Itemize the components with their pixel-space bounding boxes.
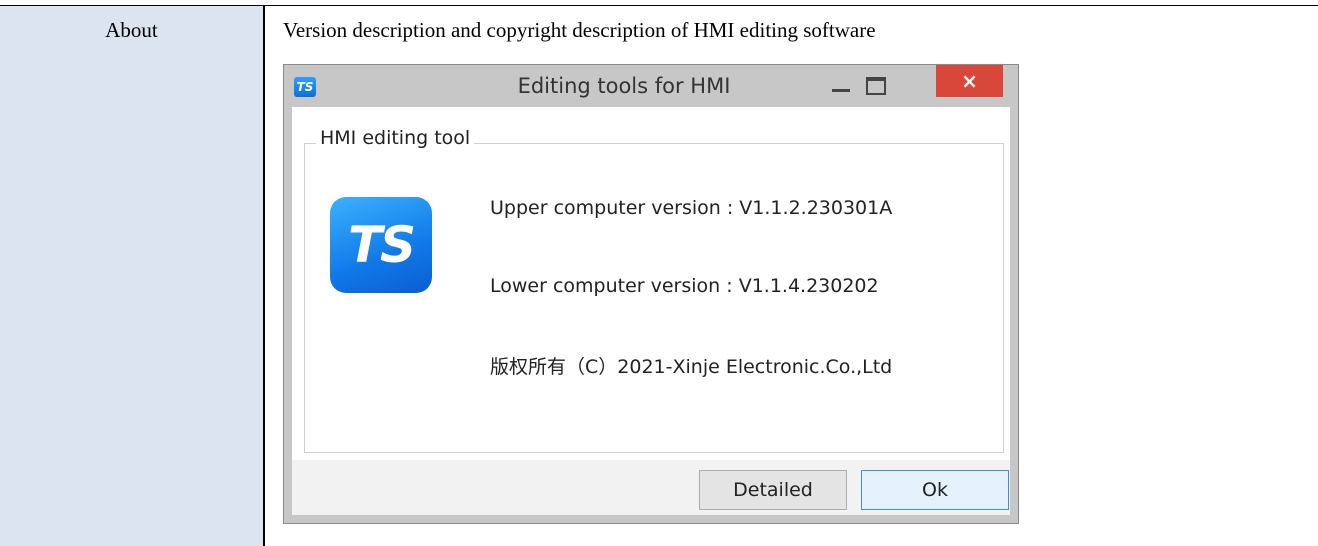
dialog-footer: Detailed Ok <box>292 460 1010 515</box>
ts-logo-icon: TS <box>330 197 432 293</box>
minimize-icon[interactable] <box>827 75 853 97</box>
dialog-content: HMI editing tool TS Upper computer versi… <box>292 107 1010 460</box>
row-description: Version description and copyright descri… <box>283 18 876 42</box>
detailed-button[interactable]: Detailed <box>699 470 847 510</box>
lower-computer-version: Lower computer version : V1.1.4.230202 <box>490 275 879 297</box>
table-label-cell <box>0 6 263 546</box>
about-dialog: TS Editing tools for HMI × HMI editing t… <box>283 64 1019 524</box>
maximize-icon[interactable] <box>862 75 888 97</box>
row-label: About <box>105 18 158 42</box>
ok-button[interactable]: Ok <box>861 470 1009 510</box>
group-box <box>304 143 1004 453</box>
table-column-divider <box>263 6 265 546</box>
upper-computer-version: Upper computer version : V1.1.2.230301A <box>490 197 893 219</box>
group-title: HMI editing tool <box>316 127 475 149</box>
title-bar[interactable]: TS Editing tools for HMI × <box>284 65 1018 107</box>
close-icon[interactable]: × <box>936 65 1003 97</box>
window-title: Editing tools for HMI <box>517 74 731 98</box>
app-icon: TS <box>294 77 316 97</box>
copyright-text: 版权所有（C）2021-Xinje Electronic.Co.,Ltd <box>490 356 893 378</box>
